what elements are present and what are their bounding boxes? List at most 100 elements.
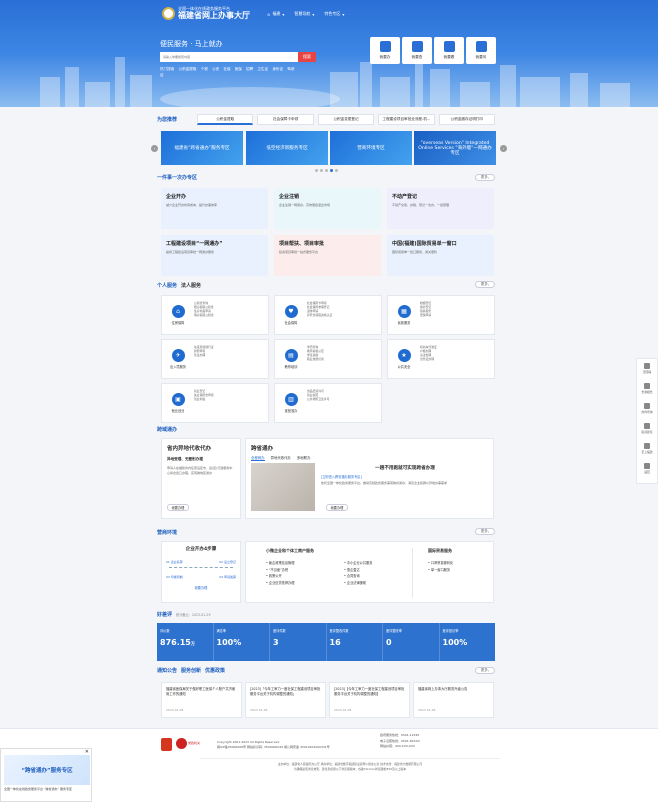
quick-todo-button[interactable]: 我要办 xyxy=(370,37,400,64)
recommend-title: 为您推荐 xyxy=(157,117,178,123)
one-thing-card[interactable]: 中国(福建)国际贸易单一窗口 国际贸易单一窗口服务，通关便利 xyxy=(387,235,494,276)
recommend-tab[interactable]: 公积金提取 xyxy=(197,114,254,125)
one-thing-card[interactable]: 工程建设项目“一网通办” 提供工程建设项目审批一网通办服务 xyxy=(161,235,268,276)
side-mobile-button[interactable]: 掌上福建 xyxy=(641,443,653,460)
service-item[interactable]: ✈ 出入境服务 往来港澳通行证 护照申领 签注办理 xyxy=(161,339,269,379)
stat-item: 评价数 876.15万 xyxy=(157,623,214,661)
gov-badge-icon[interactable] xyxy=(161,738,172,751)
service-item[interactable]: ♥ 社会保障 社会保障卡申领 社会保险参保登记 退休申请 养老金领取资格认证 xyxy=(274,295,382,335)
cross-tab[interactable]: 异地代收代办 xyxy=(271,455,291,461)
quick-query-button[interactable]: 我要查 xyxy=(402,37,432,64)
cross-right-link[interactable]: [立即进入跨省通办服务专区] xyxy=(321,474,489,479)
ask-icon xyxy=(475,41,487,52)
tab-legal[interactable]: 法人服务 xyxy=(181,282,201,289)
biz-flow-apply-button[interactable]: 我要办理 xyxy=(166,585,236,590)
hot-word[interactable]: 身份证 xyxy=(272,67,283,71)
promo-caption[interactable]: 全国一体化在线政务服务平台 “跨省通办” 服务专区 xyxy=(4,787,72,791)
search-input[interactable] xyxy=(160,52,298,62)
view-icon xyxy=(443,41,455,52)
tab-policy[interactable]: 优惠政策 xyxy=(205,667,225,674)
service-item[interactable]: ▤ 教育培训 学历查询 教师资格认定 学生资助 职业技能培训 xyxy=(274,339,382,379)
one-thing-card[interactable]: 不动产登记 不动产交易、办税、登记一次办，一窗受理 xyxy=(387,188,494,229)
cross-right-head: 一趟不用跑就可实现跨省办理 xyxy=(375,466,435,471)
side-elder-mode-button[interactable]: 长者模式 xyxy=(641,383,653,400)
nav-smart-guide[interactable]: 智慧导航 ▾ xyxy=(294,11,314,17)
cross-left-apply-button[interactable]: 我要办理 xyxy=(167,504,189,511)
biz-link[interactable]: • 口岸贸易便利化 xyxy=(428,560,453,567)
biz-more-button[interactable]: 更多 › xyxy=(475,528,495,535)
quick-view-button[interactable]: 我要看 xyxy=(434,37,464,64)
query-icon xyxy=(411,41,423,52)
recommend-tab[interactable]: 公积金变更登记 xyxy=(317,114,375,125)
notice-item[interactable]: 福建省医保局关于做好职工医保个人账户共济使用工作的通知 2023-01-28 xyxy=(161,682,242,718)
side-back-to-top-button[interactable]: 返回 xyxy=(644,463,650,480)
hot-word[interactable]: 社保 xyxy=(223,67,230,71)
side-toolbar: 无障碍 长者模式 办件查询 投诉建议 掌上福建 返回 xyxy=(636,358,658,484)
one-thing-title: 一件事一次办专区 xyxy=(157,175,198,181)
cross-tab[interactable]: 全程网办 xyxy=(251,455,265,461)
recommend-tab[interactable]: 公积金缴存证明打印 xyxy=(438,114,496,125)
one-thing-more-button[interactable]: 更多 › xyxy=(475,174,495,181)
quick-ask-button[interactable]: 我要问 xyxy=(466,37,496,64)
carousel-next-button[interactable]: › xyxy=(500,145,507,152)
tab-notice[interactable]: 通知公告 xyxy=(157,667,177,674)
hot-word[interactable]: 公积金提取 xyxy=(179,67,197,71)
house-icon: ⌂ xyxy=(171,305,185,318)
carousel-prev-button[interactable]: ‹ xyxy=(151,145,158,152)
heart-icon: ♥ xyxy=(284,305,298,318)
carousel-banner[interactable]: 福建省“跨省通办”服务专区 xyxy=(161,131,243,165)
rating-header: 好差评 统计截止：2023-01-29 xyxy=(157,611,495,620)
mobile-icon xyxy=(643,443,650,449)
cross-right-apply-button[interactable]: 我要办理 xyxy=(326,504,348,511)
side-query-button[interactable]: 办件查询 xyxy=(641,403,653,420)
notice-more-button[interactable]: 更多 › xyxy=(475,667,495,674)
carousel-banner[interactable]: "overseas Version" Integrated Online Ser… xyxy=(414,131,496,165)
shield-icon: ★ xyxy=(397,349,411,362)
nav-region[interactable]: ⊙ 福建 ▾ xyxy=(267,11,284,17)
icp-info[interactable]: 闽ICP备05006006号 网站标识码: 3500000049 闽公网安备 3… xyxy=(217,745,367,750)
hot-word[interactable]: 卫生证 xyxy=(257,67,268,71)
notice-item[interactable]: 福建省网上办事大厅服务升级公告 2023-01-28 xyxy=(413,682,494,718)
biz-link[interactable]: • 聚企政策信息管理 xyxy=(266,560,294,567)
promo-image[interactable]: “跨省通办”服务专区 xyxy=(4,755,90,785)
party-badge-icon[interactable] xyxy=(176,738,187,749)
browser-note: 为确保最佳浏览效果，建议您使用以下浏览器版本：谷歌Chrome浏览器或IE10及… xyxy=(293,766,407,771)
service-item[interactable]: ⌂ 住房保障 公积金查询 租房提取公积金 住房补贴申请 购房提取公积金 xyxy=(161,295,269,335)
biz-link[interactable]: • 单一窗口服务 xyxy=(428,567,453,574)
tab-personal[interactable]: 个人服务 xyxy=(157,282,177,289)
carousel-banner[interactable]: 营商环境专区 xyxy=(330,131,412,165)
site-logo[interactable]: 全国一体化在线政务服务平台 福建省网上办事大厅 xyxy=(162,6,250,20)
message-icon xyxy=(643,423,650,429)
service-item[interactable]: ▣ 就业创业 就业登记 失业保险金申领 创业补贴 xyxy=(161,383,269,423)
biz-right-title: 国际贸易服务 xyxy=(428,548,452,553)
recommend-tab[interactable]: 工程建设项目审批全流程-机... xyxy=(378,114,435,125)
stat-item: 差评整改件数 16 xyxy=(327,623,383,661)
hot-word[interactable]: 公安 xyxy=(212,67,219,71)
services-more-button[interactable]: 更多 › xyxy=(475,281,495,288)
service-item[interactable]: ★ 公共安全 机动车驾驶证 户籍办理 违法处理 身份证办理 xyxy=(387,339,495,379)
hot-word[interactable]: 医保 xyxy=(235,67,242,71)
tab-innovation[interactable]: 服务创新 xyxy=(181,667,201,674)
biz-link[interactable]: • 中小企业公共服务 xyxy=(344,560,372,567)
side-accessibility-button[interactable]: 无障碍 xyxy=(643,363,651,380)
party-badge-label: 党政机关 xyxy=(188,741,201,745)
notice-item[interactable]: [2023]【今年工审力一度社保工程建设项目审批服务平台关于机构调整的通知】 20… xyxy=(329,682,410,718)
service-item[interactable]: ▥ 准营准办 食品经营许可 营业执照 公共场所卫生许可 xyxy=(274,383,382,423)
recommend-tab[interactable]: 社会保障卡申领 xyxy=(257,114,314,125)
hot-word[interactable]: 个税 xyxy=(201,67,208,71)
biz-flow-title: 企业开办4步骤 xyxy=(185,547,217,552)
one-thing-card[interactable]: 企业注销 企业注销一网通办，高效便捷退出市场 xyxy=(274,188,381,229)
notice-item[interactable]: [2023]「今年工审力一度社保工程建设项目审批服务平台关于机构调整的通知」 20… xyxy=(245,682,326,718)
biz-link[interactable]: • 企业法律援助 xyxy=(344,580,372,587)
side-feedback-button[interactable]: 投诉建议 xyxy=(641,423,653,440)
one-thing-card[interactable]: 企业开办 减少企业开办时间成本，提升办事效率 xyxy=(161,188,268,229)
hot-word[interactable]: 招聘 xyxy=(246,67,253,71)
one-thing-card[interactable]: 项目帮扶、项目审批 投资项目审批一站式服务平台 xyxy=(274,235,381,276)
carousel-banner[interactable]: 低空经济新服务专区 xyxy=(246,131,328,165)
cross-tab[interactable]: 多地联办 xyxy=(297,455,311,461)
search-button[interactable]: 搜索 xyxy=(298,52,316,62)
cross-right-desc: 依托全国一体化政务服务平台，推动高频政务服务事项跨省通办，满足企业和群众异地办事… xyxy=(321,481,448,485)
nav-special-zone[interactable]: 特色专区 ▾ xyxy=(324,11,344,17)
biz-link[interactable]: • 企业信贷抵押办理 xyxy=(266,580,294,587)
service-item[interactable]: ▦ 民政服务 婚姻登记 收养登记 殡葬服务 低保申请 xyxy=(387,295,495,335)
